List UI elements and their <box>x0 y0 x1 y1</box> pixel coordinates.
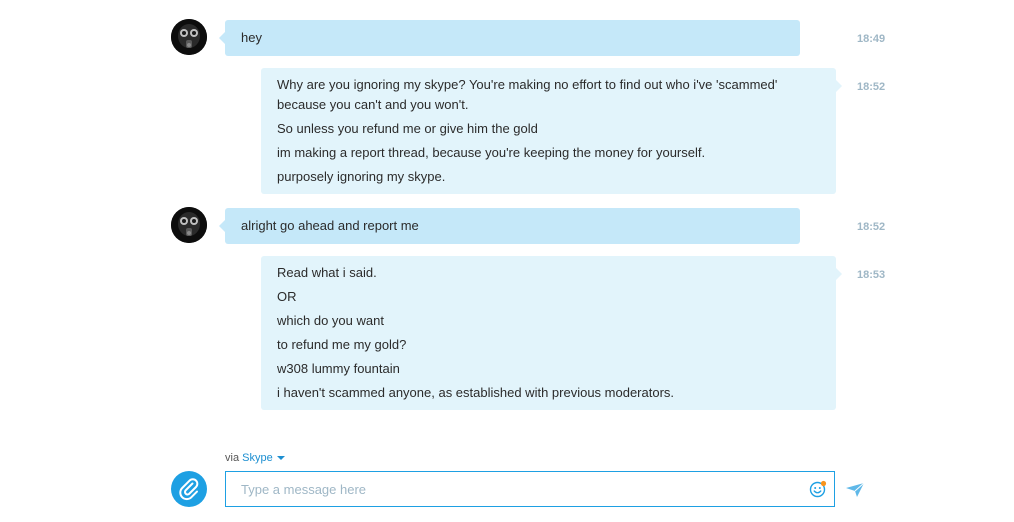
gas-mask-avatar-icon <box>171 19 207 55</box>
message-bubble[interactable]: alright go ahead and report me <box>219 208 800 244</box>
attach-file-button[interactable] <box>171 471 207 507</box>
send-arrow-icon <box>846 482 865 497</box>
message-line: purposely ignoring my skype. <box>277 169 446 184</box>
message-timestamp: 18:52 <box>857 221 886 233</box>
message-input-box[interactable] <box>225 471 835 507</box>
contact-avatar[interactable] <box>171 207 207 243</box>
message-timestamp: 18:52 <box>857 81 886 93</box>
contact-avatar[interactable] <box>171 19 207 55</box>
message-timestamp: 18:49 <box>857 33 886 45</box>
emoticon-button[interactable] <box>809 480 827 498</box>
message-line: to refund me my gold? <box>277 337 407 352</box>
gas-mask-avatar-icon <box>171 207 207 243</box>
chevron-down-icon <box>276 456 285 461</box>
service-dropdown[interactable]: Skype <box>242 452 285 464</box>
message-line: Why are you ignoring my skype? You're ma… <box>277 77 778 112</box>
via-service-selector: via Skype <box>225 452 285 464</box>
message-line: which do you want <box>277 313 384 328</box>
message-input[interactable] <box>226 472 801 506</box>
message-line: im making a report thread, because you'r… <box>277 145 706 160</box>
message-line: Read what i said. <box>277 265 377 280</box>
smiley-icon <box>809 480 827 498</box>
send-button[interactable] <box>845 481 865 499</box>
message-timestamp: 18:53 <box>857 269 886 281</box>
via-label: via <box>225 452 240 464</box>
message-line: OR <box>277 289 297 304</box>
paperclip-icon <box>179 478 199 501</box>
service-name: Skype <box>242 452 273 464</box>
chat-window: hey 18:49 Why are you ignoring my skype?… <box>0 0 1014 522</box>
message-bubble[interactable]: hey <box>219 20 800 56</box>
message-line: i haven't scammed anyone, as established… <box>277 385 675 400</box>
message-line: alright go ahead and report me <box>241 218 419 233</box>
message-line: So unless you refund me or give him the … <box>277 121 538 136</box>
message-bubble[interactable]: Read what i said. OR which do you want t… <box>261 256 842 410</box>
message-bubble[interactable]: Why are you ignoring my skype? You're ma… <box>261 68 842 194</box>
message-line: w308 lummy fountain <box>277 361 400 376</box>
message-line: hey <box>241 30 262 45</box>
